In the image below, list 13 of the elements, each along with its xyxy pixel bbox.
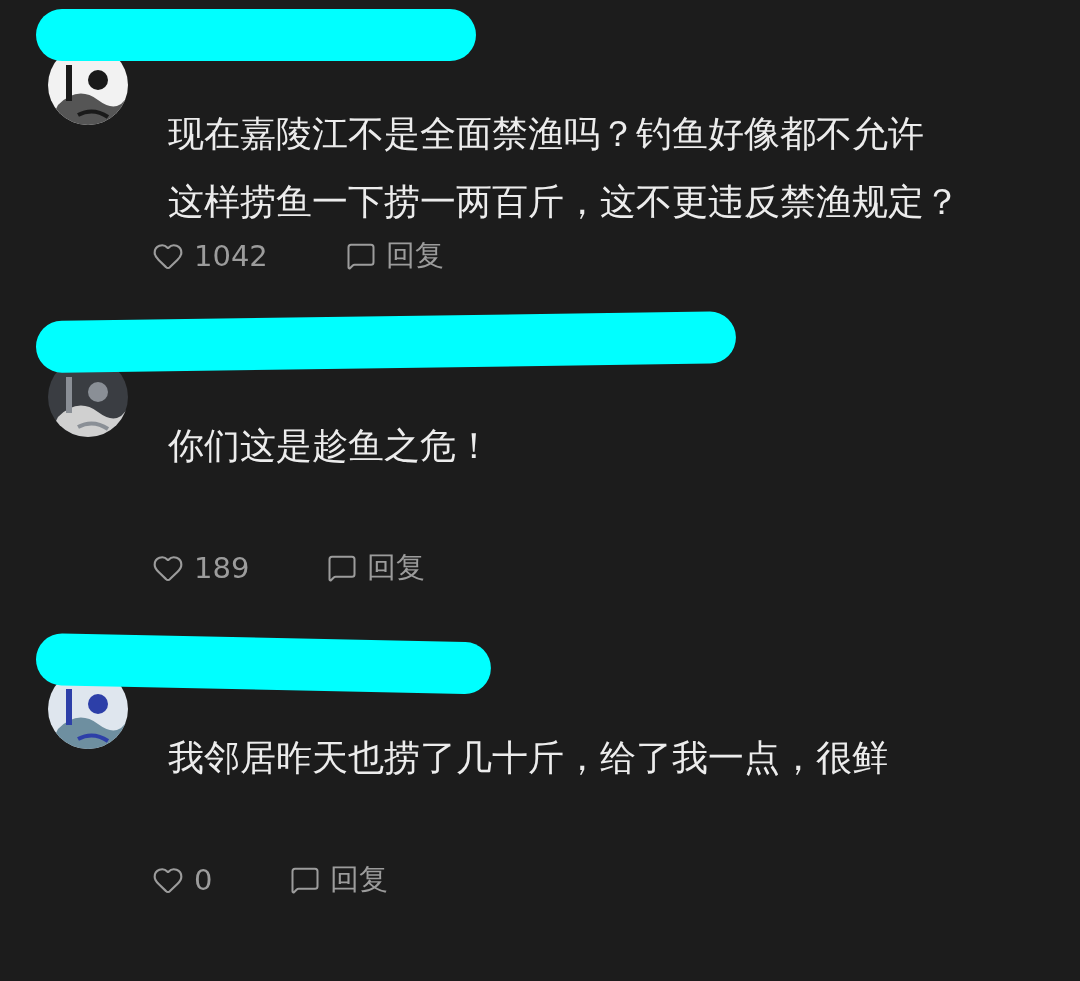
- comment-icon[interactable]: [327, 553, 358, 583]
- comment-icon[interactable]: [290, 865, 321, 895]
- reply-link[interactable]: 回复: [367, 548, 426, 588]
- comment-text: 你们这是趁鱼之危！: [168, 424, 493, 468]
- comment-text: 现在嘉陵江不是全面禁渔吗？钓鱼好像都不允许: [168, 112, 925, 156]
- comment-text: 我邻居昨天也捞了几十斤，给了我一点，很鲜: [168, 736, 889, 780]
- like-count: 1042: [194, 239, 268, 273]
- comment-icon[interactable]: [345, 241, 376, 271]
- like-count: 0: [194, 863, 213, 897]
- reply-link[interactable]: 回复: [385, 236, 444, 276]
- comment-text: 这样捞鱼一下捞一两百斤，这不更违反禁渔规定？: [168, 180, 961, 224]
- reply-link[interactable]: 回复: [330, 860, 389, 900]
- like-count: 189: [194, 551, 250, 585]
